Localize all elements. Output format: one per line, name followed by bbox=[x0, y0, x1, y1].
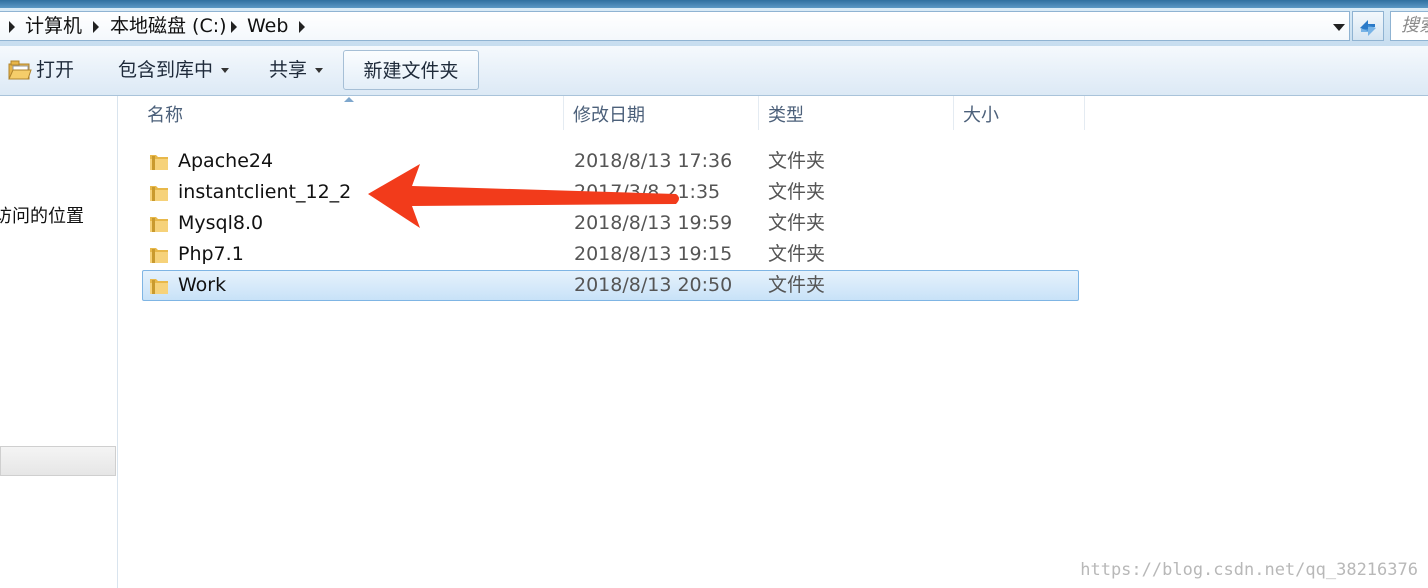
window-frame bbox=[0, 0, 1428, 8]
watermark: https://blog.csdn.net/qq_38216376 bbox=[1080, 560, 1418, 580]
chevron-down-icon bbox=[221, 68, 230, 73]
column-header-modified[interactable]: 修改日期 bbox=[563, 96, 759, 130]
open-button[interactable]: 打开 bbox=[6, 50, 78, 90]
file-name: Work bbox=[178, 274, 227, 296]
file-name: Mysql8.0 bbox=[178, 212, 264, 234]
file-modified: 2018/8/13 19:15 bbox=[574, 243, 733, 265]
breadcrumb-local-disk[interactable]: 本地磁盘 (C:) bbox=[110, 12, 227, 40]
include-in-library-button[interactable]: 包含到库中 bbox=[118, 50, 230, 90]
breadcrumb-separator-icon[interactable] bbox=[231, 21, 237, 33]
column-header-size-label: 大小 bbox=[963, 105, 999, 126]
file-name: Php7.1 bbox=[178, 243, 244, 265]
breadcrumb-separator-icon[interactable] bbox=[9, 21, 15, 33]
file-type: 文件夹 bbox=[768, 212, 826, 234]
file-type: 文件夹 bbox=[768, 150, 826, 172]
address-bar-row: 计算机 本地磁盘 (C:) Web 搜索 bbox=[0, 8, 1428, 46]
navigation-pane: 访问的位置 bbox=[0, 96, 118, 588]
open-folder-icon bbox=[8, 60, 32, 80]
folder-icon bbox=[150, 217, 168, 232]
nav-item-selected[interactable] bbox=[0, 446, 116, 476]
file-type: 文件夹 bbox=[768, 181, 826, 203]
refresh-icon bbox=[1360, 20, 1376, 36]
share-button[interactable]: 共享 bbox=[269, 50, 324, 90]
file-name: Apache24 bbox=[178, 150, 274, 172]
sort-ascending-icon bbox=[344, 97, 354, 102]
new-folder-button[interactable]: 新建文件夹 bbox=[343, 50, 479, 90]
search-input[interactable]: 搜索 bbox=[1390, 11, 1428, 41]
nav-item-recent-places[interactable]: 访问的位置 bbox=[0, 202, 84, 228]
command-toolbar: 打开 包含到库中 共享 新建文件夹 bbox=[0, 46, 1428, 96]
column-header-type-label: 类型 bbox=[768, 105, 804, 126]
new-folder-label: 新建文件夹 bbox=[363, 60, 459, 82]
breadcrumb-computer[interactable]: 计算机 bbox=[25, 12, 82, 40]
column-header-type[interactable]: 类型 bbox=[758, 96, 954, 130]
breadcrumb-web[interactable]: Web bbox=[247, 12, 288, 40]
include-in-library-label: 包含到库中 bbox=[118, 59, 214, 81]
breadcrumb-separator-icon[interactable] bbox=[299, 21, 305, 33]
file-modified: 2018/8/13 20:50 bbox=[574, 274, 733, 296]
file-row-selected[interactable]: Work 2018/8/13 20:50 文件夹 bbox=[142, 270, 1079, 301]
folder-icon bbox=[150, 248, 168, 263]
annotation-arrow-icon bbox=[368, 164, 679, 228]
column-header-modified-label: 修改日期 bbox=[573, 105, 645, 126]
file-row[interactable]: Php7.1 2018/8/13 19:15 文件夹 bbox=[142, 239, 1079, 270]
folder-icon bbox=[150, 155, 168, 170]
folder-icon bbox=[150, 279, 168, 294]
folder-icon bbox=[150, 186, 168, 201]
column-header-name-label: 名称 bbox=[147, 105, 183, 126]
column-header-size[interactable]: 大小 bbox=[953, 96, 1085, 130]
breadcrumb-separator-icon[interactable] bbox=[93, 21, 99, 33]
address-history-dropdown-icon[interactable] bbox=[1333, 24, 1345, 31]
refresh-button[interactable] bbox=[1352, 11, 1384, 41]
file-name: instantclient_12_2 bbox=[178, 181, 352, 203]
share-label: 共享 bbox=[269, 59, 308, 81]
file-type: 文件夹 bbox=[768, 274, 826, 296]
open-label: 打开 bbox=[36, 59, 75, 81]
chevron-down-icon bbox=[315, 68, 324, 73]
address-bar[interactable]: 计算机 本地磁盘 (C:) Web bbox=[0, 11, 1350, 41]
file-type: 文件夹 bbox=[768, 243, 826, 265]
